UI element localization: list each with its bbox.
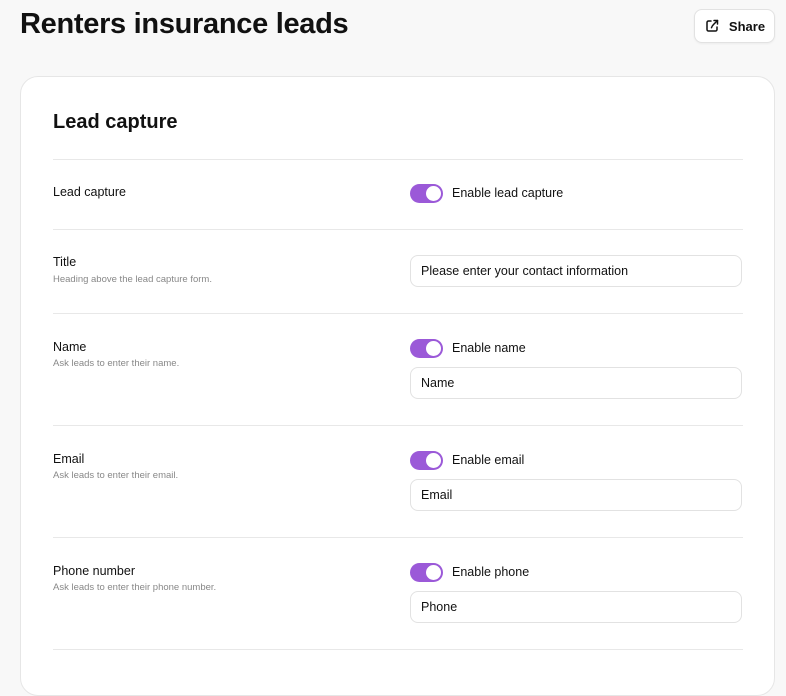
email-input[interactable] xyxy=(410,479,742,511)
title-description: Heading above the lead capture form. xyxy=(53,274,212,285)
name-label: Name xyxy=(53,340,87,354)
name-input[interactable] xyxy=(410,367,742,399)
phone-toggle-label: Enable phone xyxy=(452,565,530,579)
divider xyxy=(53,537,743,538)
email-toggle[interactable] xyxy=(410,451,443,470)
phone-toggle[interactable] xyxy=(410,563,443,582)
toggle-knob xyxy=(426,186,441,201)
lead-capture-toggle[interactable] xyxy=(410,184,443,203)
divider xyxy=(53,313,743,314)
title-input[interactable] xyxy=(410,255,742,287)
phone-description: Ask leads to enter their phone number. xyxy=(53,582,217,593)
email-toggle-label: Enable email xyxy=(452,453,525,467)
toggle-knob xyxy=(426,565,441,580)
email-label: Email xyxy=(53,452,85,466)
share-button[interactable]: Share xyxy=(694,9,775,43)
title-label: Title xyxy=(53,255,77,269)
lead-capture-label: Lead capture xyxy=(53,185,126,199)
page-title: Renters insurance leads xyxy=(20,8,349,40)
name-toggle-label: Enable name xyxy=(452,341,526,355)
divider xyxy=(53,425,743,426)
card-title: Lead capture xyxy=(53,111,178,133)
divider xyxy=(53,649,743,650)
share-icon xyxy=(704,18,720,34)
lead-capture-toggle-label: Enable lead capture xyxy=(452,186,564,200)
phone-label: Phone number xyxy=(53,564,136,578)
toggle-knob xyxy=(426,341,441,356)
divider xyxy=(53,159,743,160)
toggle-knob xyxy=(426,453,441,468)
name-description: Ask leads to enter their name. xyxy=(53,358,180,369)
name-toggle[interactable] xyxy=(410,339,443,358)
email-description: Ask leads to enter their email. xyxy=(53,470,179,481)
phone-input[interactable] xyxy=(410,591,742,623)
share-button-label: Share xyxy=(728,18,766,34)
lead-capture-card: Lead capture Lead capture Enable lead ca… xyxy=(20,76,775,696)
divider xyxy=(53,229,743,230)
